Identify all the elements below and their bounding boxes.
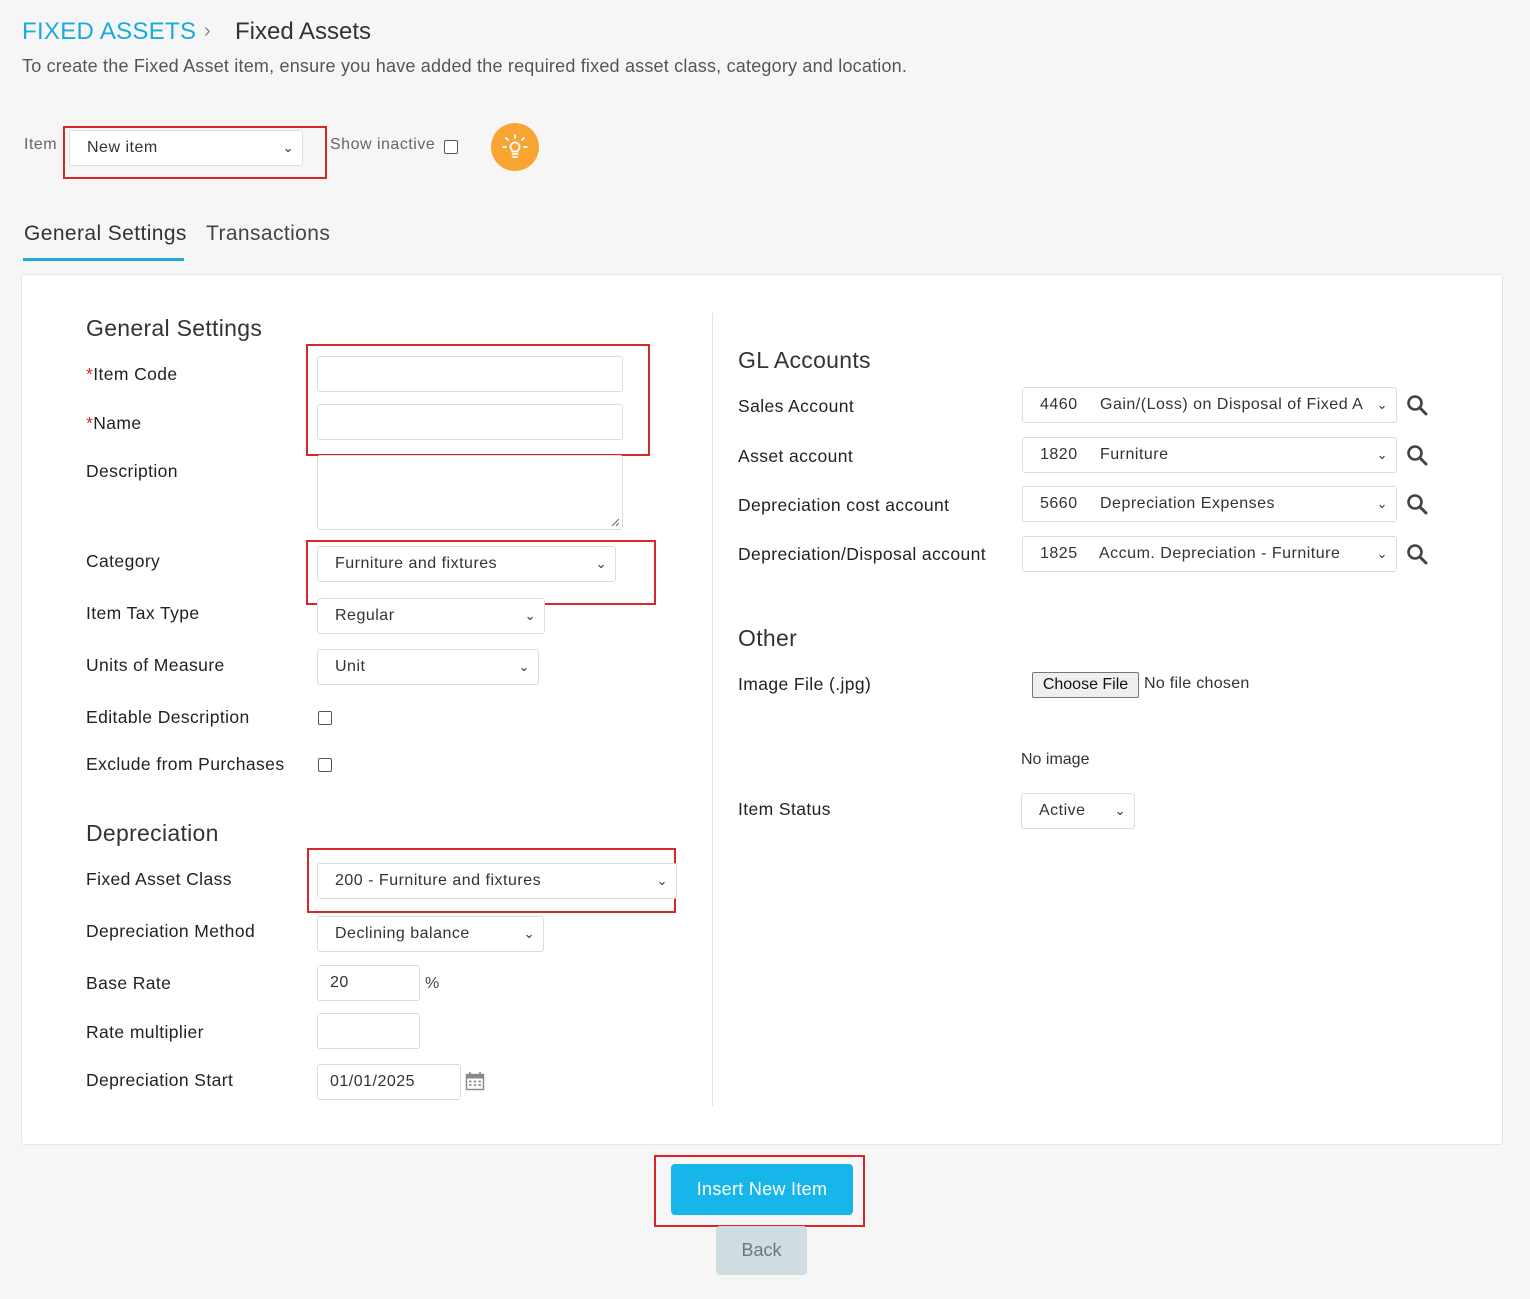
depreciation-heading: Depreciation bbox=[86, 820, 219, 846]
other-heading: Other bbox=[738, 625, 798, 651]
chevron-down-icon: ⌄ bbox=[518, 659, 530, 674]
chevron-down-icon: ⌄ bbox=[1376, 447, 1388, 462]
no-file-text: No file chosen bbox=[1144, 675, 1250, 692]
chevron-down-icon: ⌄ bbox=[282, 140, 294, 155]
chevron-down-icon: ⌄ bbox=[656, 873, 668, 888]
insert-new-item-button[interactable]: Insert New Item bbox=[671, 1164, 853, 1215]
chevron-down-icon: ⌄ bbox=[1114, 803, 1126, 818]
exclude-purchases-checkbox[interactable] bbox=[318, 758, 332, 772]
depreciation-method-label: Depreciation Method bbox=[86, 921, 256, 941]
chevron-down-icon: ⌄ bbox=[1376, 496, 1388, 511]
name-input[interactable] bbox=[317, 404, 623, 440]
chevron-down-icon: ⌄ bbox=[1376, 546, 1388, 561]
rate-multiplier-input[interactable] bbox=[317, 1013, 420, 1049]
tax-type-select[interactable]: Regular ⌄ bbox=[317, 598, 545, 634]
depreciation-cost-account-select[interactable]: 5660 Depreciation Expenses ⌄ bbox=[1022, 486, 1397, 522]
search-icon[interactable] bbox=[1406, 394, 1428, 416]
item-select[interactable]: New item ⌄ bbox=[69, 130, 303, 166]
disposal-account-select[interactable]: 1825 Accum. Depreciation - Furniture ⌄ bbox=[1022, 536, 1397, 572]
chevron-down-icon: ⌄ bbox=[523, 926, 535, 941]
page-title: Fixed Assets bbox=[235, 18, 372, 45]
description-textarea[interactable] bbox=[317, 455, 623, 530]
item-code-label: *Item Code bbox=[86, 364, 178, 384]
rate-multiplier-label: Rate multiplier bbox=[86, 1022, 204, 1042]
percent-sign: % bbox=[425, 975, 440, 992]
back-button[interactable]: Back bbox=[716, 1226, 807, 1275]
choose-file-button[interactable]: Choose File bbox=[1032, 672, 1139, 698]
description-label: Description bbox=[86, 461, 178, 481]
uom-select[interactable]: Unit ⌄ bbox=[317, 649, 539, 685]
chevron-down-icon: ⌄ bbox=[595, 556, 607, 571]
chevron-down-icon: ⌄ bbox=[524, 608, 536, 623]
tax-type-label: Item Tax Type bbox=[86, 603, 200, 623]
depreciation-start-input[interactable]: 01/01/2025 bbox=[317, 1064, 461, 1100]
sales-account-label: Sales Account bbox=[738, 396, 855, 416]
image-file-label: Image File (.jpg) bbox=[738, 674, 872, 694]
general-settings-heading: General Settings bbox=[86, 315, 263, 341]
show-inactive-checkbox[interactable] bbox=[444, 140, 458, 154]
base-rate-input[interactable]: 20 bbox=[317, 965, 420, 1001]
item-select-value: New item bbox=[87, 139, 158, 156]
lightbulb-icon[interactable] bbox=[491, 123, 539, 171]
fixed-asset-class-select[interactable]: 200 - Furniture and fixtures ⌄ bbox=[317, 863, 677, 899]
calendar-icon[interactable] bbox=[465, 1071, 485, 1091]
search-icon[interactable] bbox=[1406, 543, 1428, 565]
depreciation-cost-account-label: Depreciation cost account bbox=[738, 495, 950, 515]
uom-label: Units of Measure bbox=[86, 655, 225, 675]
asset-account-select[interactable]: 1820 Furniture ⌄ bbox=[1022, 437, 1397, 473]
item-label: Item bbox=[24, 136, 58, 153]
breadcrumb-root[interactable]: FIXED ASSETS bbox=[22, 18, 196, 46]
tab-general-settings[interactable]: General Settings bbox=[24, 222, 187, 246]
tab-transactions[interactable]: Transactions bbox=[206, 222, 330, 246]
depreciation-start-label: Depreciation Start bbox=[86, 1070, 234, 1090]
asset-account-label: Asset account bbox=[738, 446, 854, 466]
no-image-text: No image bbox=[1021, 751, 1090, 768]
sales-account-select[interactable]: 4460 Gain/(Loss) on Disposal of Fixed A … bbox=[1022, 387, 1397, 423]
chevron-down-icon: ⌄ bbox=[1376, 397, 1388, 412]
category-label: Category bbox=[86, 551, 161, 571]
disposal-account-label: Depreciation/Disposal account bbox=[738, 544, 986, 564]
resize-handle-icon[interactable] bbox=[610, 517, 620, 527]
item-code-input[interactable] bbox=[317, 356, 623, 392]
item-status-label: Item Status bbox=[738, 799, 831, 819]
exclude-purchases-label: Exclude from Purchases bbox=[86, 754, 285, 774]
name-label: *Name bbox=[86, 413, 142, 433]
show-inactive-label: Show inactive bbox=[330, 136, 436, 153]
depreciation-method-select[interactable]: Declining balance ⌄ bbox=[317, 916, 544, 952]
search-icon[interactable] bbox=[1406, 493, 1428, 515]
active-tab-indicator bbox=[23, 258, 184, 261]
editable-description-label: Editable Description bbox=[86, 707, 250, 727]
item-status-select[interactable]: Active ⌄ bbox=[1021, 793, 1135, 829]
category-select[interactable]: Furniture and fixtures ⌄ bbox=[317, 546, 616, 582]
column-divider bbox=[712, 313, 713, 1106]
breadcrumb-separator-icon: › bbox=[204, 20, 211, 42]
page-subtitle: To create the Fixed Asset item, ensure y… bbox=[22, 56, 908, 76]
fixed-asset-class-label: Fixed Asset Class bbox=[86, 869, 232, 889]
gl-accounts-heading: GL Accounts bbox=[738, 347, 871, 373]
base-rate-label: Base Rate bbox=[86, 973, 172, 993]
editable-description-checkbox[interactable] bbox=[318, 711, 332, 725]
search-icon[interactable] bbox=[1406, 444, 1428, 466]
